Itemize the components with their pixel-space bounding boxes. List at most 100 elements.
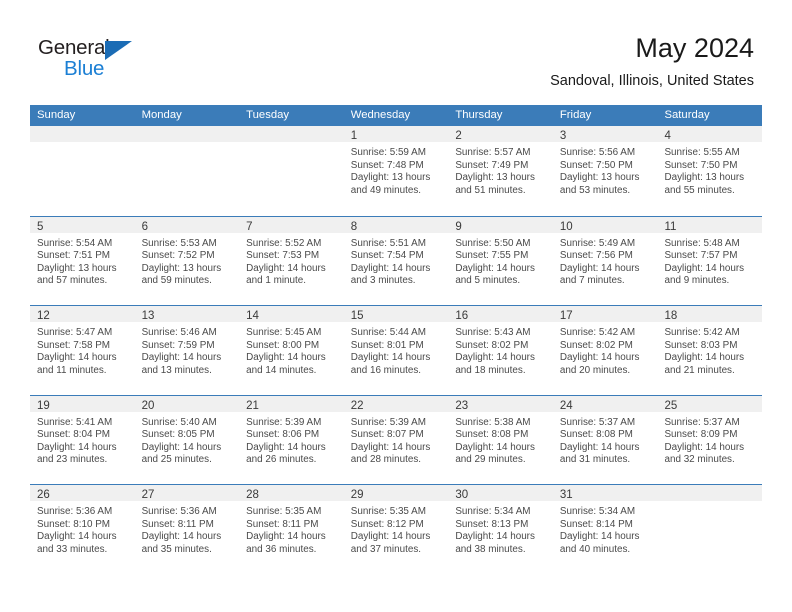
- calendar-day-cell[interactable]: 21 Sunrise: 5:39 AM Sunset: 8:06 PM Dayligh…: [239, 395, 344, 484]
- day-number-band: 30: [448, 485, 553, 502]
- daylight-text-line1: Daylight: 14 hours: [350, 441, 431, 453]
- calendar-day-cell[interactable]: 22 Sunrise: 5:39 AM Sunset: 8:07 PM Dayligh…: [343, 395, 449, 484]
- daylight-text-line2: and 21 minutes.: [664, 364, 735, 376]
- day-number: 8: [350, 220, 358, 233]
- general-blue-logo[interactable]: General Blue: [38, 36, 158, 82]
- calendar-day-cell[interactable]: 19 Sunrise: 5:41 AM Sunset: 8:04 PM Dayligh…: [30, 395, 135, 484]
- calendar-day-cell[interactable]: 31 Sunrise: 5:34 AM Sunset: 8:14 PM Dayligh…: [552, 485, 658, 574]
- sunset-text: Sunset: 8:07 PM: [350, 429, 424, 441]
- day-details: Sunrise: 5:42 AM Sunset: 8:03 PM Daylight:…: [657, 323, 762, 377]
- day-number-band: 29: [343, 485, 449, 502]
- day-number-band: 20: [134, 395, 240, 413]
- sunrise-text: Sunrise: 5:47 AM: [37, 327, 113, 338]
- day-number-band: 15: [343, 306, 449, 323]
- sunrise-text: Sunrise: 5:57 AM: [455, 147, 531, 158]
- calendar-day-cell[interactable]: 29 Sunrise: 5:35 AM Sunset: 8:12 PM Dayligh…: [343, 485, 449, 574]
- calendar-day-cell[interactable]: 12 Sunrise: 5:47 AM Sunset: 7:58 PM Dayligh…: [30, 306, 135, 395]
- sunset-text: Sunset: 8:06 PM: [246, 429, 320, 441]
- day-details: Sunrise: 5:42 AM Sunset: 8:02 PM Daylight:…: [553, 323, 658, 377]
- calendar-day-cell[interactable]: 28 Sunrise: 5:35 AM Sunset: 8:11 PM Dayligh…: [239, 485, 344, 574]
- sunset-text: Sunset: 7:55 PM: [455, 250, 529, 262]
- sunset-text: Sunset: 8:02 PM: [559, 339, 633, 351]
- daylight-text-line1: Daylight: 14 hours: [141, 531, 222, 543]
- calendar-day-cell[interactable]: 7 Sunrise: 5:52 AM Sunset: 7:53 PM Daylight…: [239, 216, 344, 305]
- day-number-band: 24: [552, 395, 658, 413]
- daylight-text-line2: and 3 minutes.: [350, 275, 416, 287]
- day-details: Sunrise: 5:35 AM Sunset: 8:12 PM Daylight:…: [344, 502, 449, 556]
- daylight-text-line2: and 25 minutes.: [141, 454, 212, 466]
- daylight-text-line2: and 26 minutes.: [246, 454, 317, 466]
- day-details: Sunrise: 5:47 AM Sunset: 7:58 PM Daylight:…: [30, 323, 135, 377]
- calendar-day-cell[interactable]: 20 Sunrise: 5:40 AM Sunset: 8:05 PM Dayligh…: [134, 395, 240, 484]
- calendar-day-cell[interactable]: 26 Sunrise: 5:36 AM Sunset: 8:10 PM Dayligh…: [30, 485, 135, 574]
- day-number-band: [134, 126, 240, 143]
- day-number: 10: [559, 220, 573, 233]
- calendar-day-cell[interactable]: 11 Sunrise: 5:48 AM Sunset: 7:57 PM Dayligh…: [657, 216, 763, 305]
- calendar-day-cell[interactable]: 14 Sunrise: 5:45 AM Sunset: 8:00 PM Dayligh…: [239, 306, 344, 395]
- day-number: 16: [455, 310, 469, 322]
- daylight-text-line1: Daylight: 14 hours: [246, 441, 326, 453]
- sunset-text: Sunset: 8:12 PM: [350, 518, 424, 530]
- day-number: 5: [37, 220, 44, 233]
- calendar-day-cell[interactable]: 2 Sunrise: 5:57 AM Sunset: 7:49 PM Daylight…: [448, 126, 553, 216]
- day-number-band: 22: [343, 395, 449, 413]
- sunset-text: Sunset: 8:08 PM: [455, 429, 529, 441]
- calendar-day-cell[interactable]: 5 Sunrise: 5:54 AM Sunset: 7:51 PM Daylight…: [30, 216, 135, 305]
- sunrise-text: Sunrise: 5:49 AM: [559, 237, 636, 249]
- calendar-day-cell[interactable]: 3 Sunrise: 5:56 AM Sunset: 7:50 PM Daylight…: [552, 126, 658, 216]
- daylight-text-line2: and 28 minutes.: [350, 454, 422, 466]
- day-details: Sunrise: 5:52 AM Sunset: 7:53 PM Daylight:…: [239, 234, 344, 288]
- day-number-band: 12: [30, 306, 135, 323]
- day-details: Sunrise: 5:37 AM Sunset: 8:09 PM Daylight:…: [657, 413, 762, 467]
- day-details: Sunrise: 5:50 AM Sunset: 7:55 PM Daylight:…: [448, 234, 553, 288]
- daylight-text-line2: and 13 minutes.: [141, 364, 212, 376]
- day-details: Sunrise: 5:36 AM Sunset: 8:11 PM Daylight:…: [135, 502, 240, 556]
- calendar-day-cell[interactable]: 6 Sunrise: 5:53 AM Sunset: 7:52 PM Daylight…: [134, 216, 240, 305]
- sunrise-text: Sunrise: 5:34 AM: [559, 506, 636, 517]
- sunset-text: Sunset: 8:01 PM: [350, 339, 424, 351]
- sunset-text: Sunset: 8:13 PM: [455, 518, 529, 530]
- calendar-day-cell[interactable]: 1 Sunrise: 5:59 AM Sunset: 7:48 PM Daylight…: [343, 126, 449, 216]
- calendar-day-cell[interactable]: 15 Sunrise: 5:44 AM Sunset: 8:01 PM Dayligh…: [343, 306, 449, 395]
- daylight-text-line1: Daylight: 14 hours: [350, 531, 431, 543]
- daylight-text-line2: and 37 minutes.: [350, 543, 422, 555]
- calendar-day-cell[interactable]: 27 Sunrise: 5:36 AM Sunset: 8:11 PM Dayligh…: [134, 485, 240, 574]
- calendar-day-cell[interactable]: 17 Sunrise: 5:42 AM Sunset: 8:02 PM Dayligh…: [552, 306, 658, 395]
- sunset-text: Sunset: 8:00 PM: [246, 339, 320, 351]
- calendar-day-cell[interactable]: 23 Sunrise: 5:38 AM Sunset: 8:08 PM Dayligh…: [448, 395, 553, 484]
- sunrise-text: Sunrise: 5:53 AM: [141, 237, 217, 249]
- calendar-grid: Sunday Monday Tuesday Wednesday Thursday Frid…: [30, 105, 763, 574]
- daylight-text-line2: and 31 minutes.: [559, 454, 631, 466]
- calendar-day-cell[interactable]: 8 Sunrise: 5:51 AM Sunset: 7:54 PM Daylight…: [343, 216, 449, 305]
- daylight-text-line1: Daylight: 13 hours: [664, 172, 745, 184]
- calendar-day-cell[interactable]: 25 Sunrise: 5:37 AM Sunset: 8:09 PM Dayligh…: [657, 395, 763, 484]
- day-details: Sunrise: 5:48 AM Sunset: 7:57 PM Daylight:…: [657, 234, 762, 288]
- day-details: Sunrise: 5:38 AM Sunset: 8:08 PM Daylight:…: [448, 413, 553, 467]
- calendar-day-cell[interactable]: 4 Sunrise: 5:55 AM Sunset: 7:50 PM Daylight…: [657, 126, 763, 216]
- day-of-week-tuesday: Tuesday: [246, 109, 290, 121]
- daylight-text-line1: Daylight: 14 hours: [350, 352, 431, 364]
- day-number-band: 5: [30, 216, 135, 234]
- day-number-band: 27: [134, 485, 240, 502]
- calendar-day-cell[interactable]: 30 Sunrise: 5:34 AM Sunset: 8:13 PM Dayligh…: [448, 485, 553, 574]
- daylight-text-line2: and 59 minutes.: [141, 275, 212, 287]
- calendar-day-cell[interactable]: 24 Sunrise: 5:37 AM Sunset: 8:08 PM Dayligh…: [552, 395, 658, 484]
- sunset-text: Sunset: 8:04 PM: [37, 429, 111, 441]
- day-number-band: 23: [448, 395, 553, 413]
- calendar-day-cell[interactable]: 13 Sunrise: 5:46 AM Sunset: 7:59 PM Dayligh…: [134, 306, 240, 395]
- day-number: 26: [37, 489, 50, 501]
- calendar-day-cell[interactable]: 16 Sunrise: 5:43 AM Sunset: 8:02 PM Dayligh…: [448, 306, 553, 395]
- day-number: 1: [350, 130, 358, 142]
- day-number-band: 25: [657, 395, 763, 413]
- daylight-text-line1: Daylight: 14 hours: [455, 531, 535, 543]
- calendar-day-cell[interactable]: 9 Sunrise: 5:50 AM Sunset: 7:55 PM Daylight…: [448, 216, 553, 305]
- daylight-text-line1: Daylight: 14 hours: [664, 262, 745, 274]
- sunset-text: Sunset: 8:09 PM: [664, 429, 738, 441]
- day-details: Sunrise: 5:40 AM Sunset: 8:05 PM Daylight:…: [135, 413, 240, 467]
- calendar-day-cell[interactable]: 18 Sunrise: 5:42 AM Sunset: 8:03 PM Dayligh…: [657, 306, 763, 395]
- calendar-day-cell[interactable]: 10 Sunrise: 5:49 AM Sunset: 7:56 PM Dayligh…: [552, 216, 658, 305]
- daylight-text-line1: Daylight: 14 hours: [455, 352, 535, 364]
- sunset-text: Sunset: 7:48 PM: [350, 159, 424, 171]
- sunrise-text: Sunrise: 5:39 AM: [246, 416, 322, 428]
- daylight-text-line2: and 57 minutes.: [37, 275, 108, 287]
